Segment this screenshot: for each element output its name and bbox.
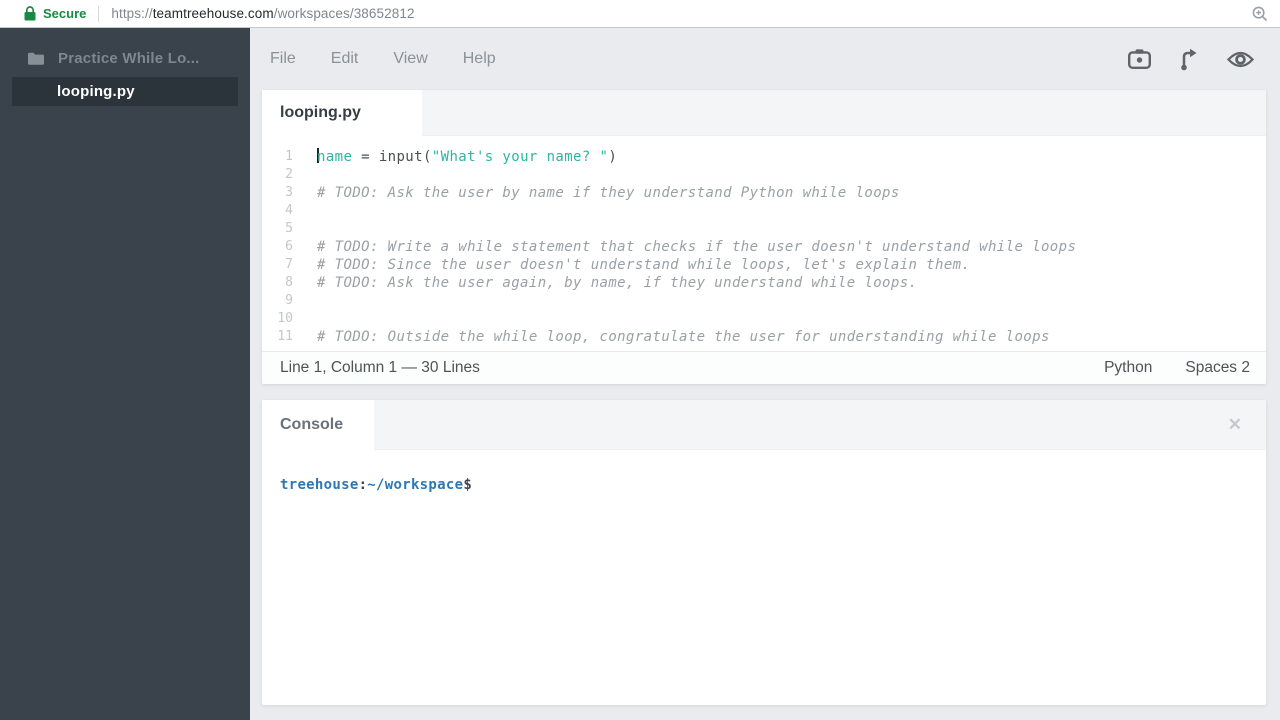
indent-mode-status[interactable]: Spaces 2 bbox=[1185, 359, 1250, 377]
code-editor[interactable]: 1 name = input("What's your name? ") 2 3 # T… bbox=[262, 136, 1266, 351]
code-line[interactable]: 5 bbox=[262, 220, 1266, 238]
console-tab-strip: Console ✕ bbox=[262, 400, 1266, 450]
workspace-app: Practice While Lo... looping.py File Edi… bbox=[0, 28, 1280, 720]
code-line[interactable]: 2 bbox=[262, 166, 1266, 184]
line-number: 7 bbox=[285, 257, 293, 272]
cursor-position-status: Line 1, Column 1 — 30 Lines bbox=[280, 359, 480, 376]
line-number: 3 bbox=[285, 185, 293, 200]
code-text: # TODO: Since the user doesn't understan… bbox=[317, 257, 971, 273]
menu-bar: File Edit View Help bbox=[250, 28, 1280, 90]
line-number: 4 bbox=[285, 203, 293, 218]
editor-status-bar: Line 1, Column 1 — 30 Lines Python Space… bbox=[262, 351, 1266, 384]
page-zoom-icon[interactable] bbox=[1252, 6, 1268, 22]
code-line[interactable]: 8 # TODO: Ask the user again, by name, if… bbox=[262, 274, 1266, 292]
code-line[interactable]: 10 bbox=[262, 310, 1266, 328]
sidebar-file-looping-py[interactable]: looping.py bbox=[12, 77, 238, 106]
line-number: 10 bbox=[277, 311, 293, 326]
code-line[interactable]: 3 # TODO: Ask the user by name if they un… bbox=[262, 184, 1266, 202]
lock-icon bbox=[24, 6, 36, 21]
url-domain: teamtreehouse.com bbox=[152, 6, 274, 21]
project-folder-row[interactable]: Practice While Lo... bbox=[28, 50, 250, 67]
code-line[interactable]: 1 name = input("What's your name? ") bbox=[262, 148, 1266, 166]
editor-tab-strip: looping.py bbox=[262, 90, 1266, 136]
prompt-user: treehouse bbox=[280, 477, 359, 493]
fork-icon[interactable] bbox=[1180, 48, 1198, 71]
main-area: File Edit View Help looping.py 1 name = … bbox=[250, 28, 1280, 720]
code-text: # TODO: Outside the while loop, congratu… bbox=[317, 329, 1050, 345]
prompt-path: ~/workspace bbox=[367, 477, 464, 493]
code-line[interactable]: 6 # TODO: Write a while statement that ch… bbox=[262, 238, 1266, 256]
menu-help[interactable]: Help bbox=[463, 50, 496, 68]
folder-icon bbox=[28, 52, 44, 65]
url-divider bbox=[98, 5, 100, 22]
line-number: 1 bbox=[285, 149, 293, 164]
line-number: 6 bbox=[285, 239, 293, 254]
close-console-icon[interactable]: ✕ bbox=[1228, 416, 1242, 433]
line-number: 8 bbox=[285, 275, 293, 290]
line-number: 11 bbox=[277, 329, 293, 344]
prompt-colon: : bbox=[358, 477, 368, 493]
url-path: /workspaces/38652812 bbox=[273, 6, 415, 21]
line-number: 9 bbox=[285, 293, 293, 308]
code-text: # TODO: Ask the user again, by name, if … bbox=[317, 275, 918, 291]
file-sidebar: Practice While Lo... looping.py bbox=[0, 28, 250, 720]
menu-edit[interactable]: Edit bbox=[331, 50, 359, 68]
menu-file[interactable]: File bbox=[270, 50, 296, 68]
editor-tab-looping-py[interactable]: looping.py bbox=[262, 90, 422, 136]
eye-preview-icon[interactable] bbox=[1227, 51, 1254, 68]
console-panel: Console ✕ treehouse:~/workspace$ bbox=[262, 400, 1266, 705]
terminal[interactable]: treehouse:~/workspace$ bbox=[262, 450, 1266, 520]
file-name-label: looping.py bbox=[57, 83, 135, 100]
line-number: 2 bbox=[285, 167, 293, 182]
camera-snapshot-icon[interactable] bbox=[1128, 49, 1151, 69]
url-scheme: https:// bbox=[111, 6, 153, 21]
secure-badge[interactable]: Secure bbox=[43, 6, 86, 21]
code-text: # TODO: Write a while statement that che… bbox=[317, 239, 1077, 255]
project-name: Practice While Lo... bbox=[58, 50, 200, 67]
code-text: name = input("What's your name? ") bbox=[317, 148, 618, 165]
code-line[interactable]: 11 # TODO: Outside the while loop, congra… bbox=[262, 328, 1266, 346]
language-mode-status[interactable]: Python bbox=[1104, 359, 1152, 377]
code-line[interactable]: 7 # TODO: Since the user doesn't understa… bbox=[262, 256, 1266, 274]
code-line[interactable]: 4 bbox=[262, 202, 1266, 220]
browser-address-bar[interactable]: Secure https://teamtreehouse.com/workspa… bbox=[0, 0, 1280, 28]
code-text: # TODO: Ask the user by name if they und… bbox=[317, 185, 900, 201]
url-text[interactable]: https://teamtreehouse.com/workspaces/386… bbox=[111, 6, 414, 21]
line-number: 5 bbox=[285, 221, 293, 236]
console-tab[interactable]: Console bbox=[262, 400, 374, 450]
prompt-dollar: $ bbox=[463, 477, 473, 493]
code-line[interactable]: 9 bbox=[262, 292, 1266, 310]
toolbar bbox=[1128, 48, 1254, 71]
editor-panel: looping.py 1 name = input("What's your na… bbox=[262, 90, 1266, 384]
menu-view[interactable]: View bbox=[393, 50, 427, 68]
